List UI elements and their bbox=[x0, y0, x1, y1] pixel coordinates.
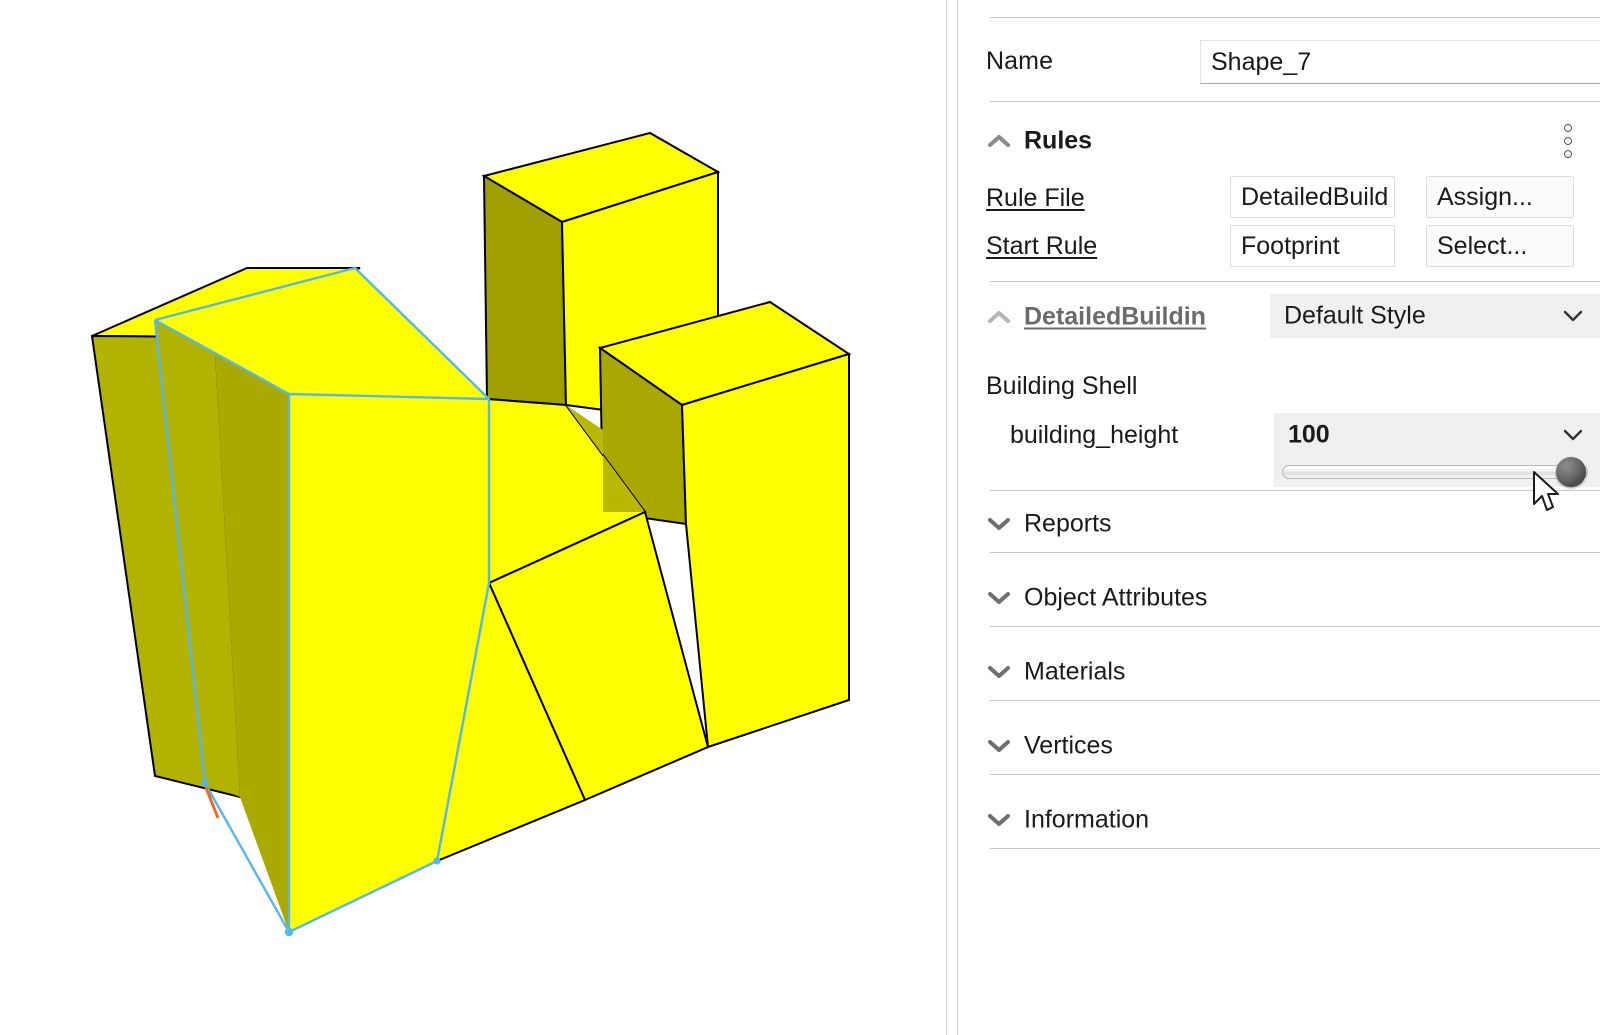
rule-group-title[interactable]: DetailedBuildin bbox=[1024, 303, 1206, 332]
kebab-menu-icon[interactable] bbox=[1560, 124, 1576, 158]
chevron-down-icon bbox=[1562, 305, 1584, 327]
divider-below-rules bbox=[990, 281, 1600, 282]
inspector-window: Name Rules Rule File DetailedBuild Assig… bbox=[0, 0, 1600, 1035]
assign-button[interactable]: Assign... bbox=[1426, 176, 1574, 218]
section-header-vertices[interactable]: Vertices bbox=[958, 722, 1600, 770]
param-label-building-height: building_height bbox=[1010, 421, 1178, 450]
3d-viewport[interactable] bbox=[0, 0, 946, 1035]
chevron-down-icon bbox=[986, 807, 1012, 833]
style-dropdown-value: Default Style bbox=[1284, 302, 1426, 331]
section-header-object-attributes[interactable]: Object Attributes bbox=[958, 574, 1600, 622]
chevron-up-icon bbox=[986, 304, 1012, 330]
start-rule-label[interactable]: Start Rule bbox=[986, 232, 1097, 261]
chevron-down-icon bbox=[986, 733, 1012, 759]
section-header-reports[interactable]: Reports bbox=[958, 500, 1600, 548]
section-title-vertices: Vertices bbox=[1024, 732, 1113, 761]
building-height-value: 100 bbox=[1288, 421, 1330, 450]
style-dropdown[interactable]: Default Style bbox=[1270, 294, 1600, 338]
divider-below-materials bbox=[990, 700, 1600, 701]
building-model-3d[interactable] bbox=[0, 0, 946, 1035]
divider-below-object-attributes bbox=[990, 626, 1600, 627]
divider-below-reports bbox=[990, 552, 1600, 553]
section-header-information[interactable]: Information bbox=[958, 796, 1600, 844]
divider-below-information bbox=[990, 848, 1600, 849]
start-rule-value[interactable]: Footprint bbox=[1230, 225, 1395, 267]
section-header-rules[interactable]: Rules bbox=[958, 117, 1600, 165]
section-title-materials: Materials bbox=[1024, 658, 1125, 687]
divider-below-params bbox=[990, 490, 1600, 491]
chevron-down-icon bbox=[986, 585, 1012, 611]
chevron-down-icon bbox=[986, 659, 1012, 685]
panel-top-divider bbox=[990, 17, 1600, 18]
section-title-rules: Rules bbox=[1024, 127, 1092, 156]
chevron-down-icon bbox=[1562, 424, 1584, 446]
name-label: Name bbox=[986, 47, 1053, 76]
chevron-up-icon bbox=[986, 128, 1012, 154]
slider-thumb[interactable] bbox=[1556, 457, 1586, 487]
section-header-materials[interactable]: Materials bbox=[958, 648, 1600, 696]
rule-file-value[interactable]: DetailedBuild bbox=[1230, 176, 1395, 218]
divider-below-vertices bbox=[990, 774, 1600, 775]
slider-track[interactable] bbox=[1282, 465, 1588, 479]
panel-divider-outer[interactable] bbox=[946, 0, 947, 1035]
section-title-object-attributes: Object Attributes bbox=[1024, 584, 1207, 613]
section-title-information: Information bbox=[1024, 806, 1149, 835]
select-button[interactable]: Select... bbox=[1426, 225, 1574, 267]
rule-file-label[interactable]: Rule File bbox=[986, 184, 1085, 213]
block-selected-shape7[interactable] bbox=[155, 268, 489, 936]
divider-below-name bbox=[990, 101, 1600, 102]
chevron-down-icon bbox=[986, 511, 1012, 537]
shape-name-input[interactable] bbox=[1200, 40, 1600, 84]
attribute-group-title: Building Shell bbox=[986, 372, 1138, 401]
building-height-slider[interactable] bbox=[1274, 457, 1600, 487]
building-height-dropdown[interactable]: 100 bbox=[1274, 413, 1600, 457]
inspector-panel: Name Rules Rule File DetailedBuild Assig… bbox=[958, 0, 1600, 1035]
section-title-reports: Reports bbox=[1024, 510, 1112, 539]
